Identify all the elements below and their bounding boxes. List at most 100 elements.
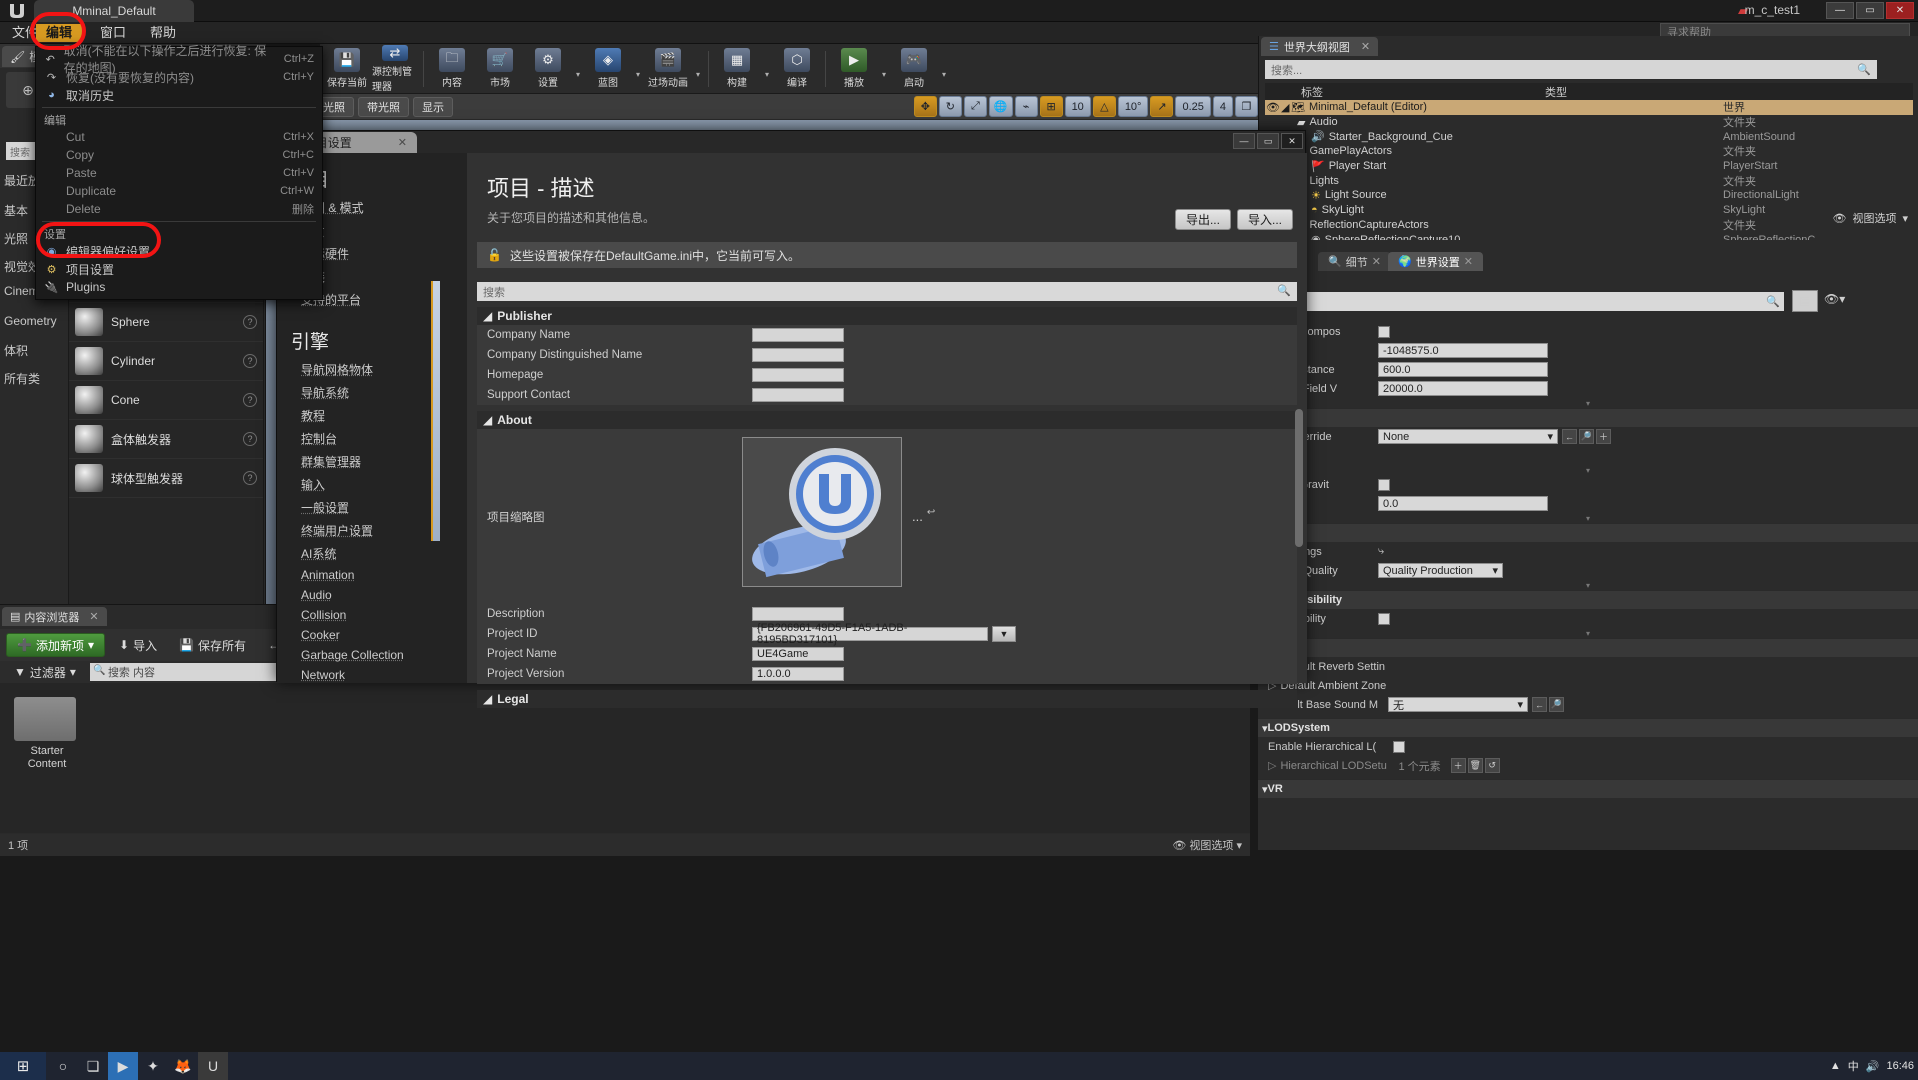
launch-dropdown-caret[interactable]: ▾ — [939, 45, 949, 93]
table-row[interactable]: ▰ReflectionCaptureActors 文件夹 — [1265, 218, 1913, 233]
detail-row[interactable]: ode Override None▾ ← 🔎 ＋ — [1258, 427, 1918, 446]
details-search-input[interactable]: 搜索 🔍 — [1264, 292, 1784, 311]
surface-snap-icon[interactable]: ⌁ — [1014, 96, 1038, 117]
detail-value-input[interactable]: 0.0 — [1378, 496, 1548, 511]
detail-value-input[interactable]: 600.0 — [1378, 362, 1548, 377]
nav-item-animation[interactable]: Animation — [277, 565, 467, 585]
media-icon[interactable]: ▶ — [108, 1052, 138, 1080]
detail-row[interactable]: istanceField V 20000.0 — [1258, 379, 1918, 398]
unreal-logo-icon[interactable] — [742, 437, 902, 587]
category-lights[interactable]: 光照 — [4, 230, 28, 247]
tab-details[interactable]: 🔍 细节 ✕ — [1318, 252, 1391, 271]
detail-row[interactable]: ▷ Default Reverb Settin — [1258, 657, 1918, 676]
clock-label[interactable]: 16:46 — [1886, 1060, 1914, 1072]
chevron-down-icon[interactable]: ▼ — [992, 626, 1016, 642]
vscode-icon[interactable]: ✦ — [138, 1052, 168, 1080]
menu-item-delete[interactable]: Delete 删除 — [36, 200, 322, 218]
tab-world-outliner[interactable]: ☰ 世界大纲视图 ✕ — [1261, 37, 1379, 56]
rotation-snap-toggle[interactable]: △ — [1092, 96, 1116, 117]
nav-item-cooker[interactable]: Cooker — [277, 625, 467, 645]
folder-tile-starter-content[interactable]: Starter Content — [14, 697, 80, 771]
table-row[interactable]: ◓ SkyLight SkyLight — [1265, 203, 1913, 218]
detail-row[interactable]: ravity Z 0.0 — [1258, 494, 1918, 513]
menu-item-paste[interactable]: Paste Ctrl+V — [36, 164, 322, 182]
minimize-button[interactable]: — — [1826, 2, 1854, 19]
settings-row[interactable]: Company Name — [477, 325, 1297, 345]
nav-item-collision[interactable]: Collision — [277, 605, 467, 625]
windows-start-icon[interactable]: ⊞ — [0, 1052, 46, 1080]
list-item[interactable]: Cylinder ? — [69, 342, 263, 381]
section-lodsystem[interactable]: ▾ LODSystem — [1258, 718, 1918, 737]
table-row[interactable]: ▰ Audio 文件夹 — [1265, 115, 1913, 130]
nav-item-network[interactable]: Network — [277, 665, 467, 683]
taskview-icon[interactable]: ❏ — [78, 1052, 108, 1080]
outliner-search-input[interactable]: 搜索... 🔍 — [1265, 60, 1877, 79]
add-element-icon[interactable]: ＋ — [1450, 758, 1466, 773]
network-icon[interactable]: ▲ — [1830, 1060, 1841, 1072]
category-volumes[interactable]: 体积 — [4, 342, 28, 359]
nav-item-garbage-collection[interactable]: Garbage Collection — [277, 645, 467, 665]
detail-row[interactable]: Default Base Sound M 无 ▾ ← 🔎 — [1258, 695, 1918, 714]
ps-maximize-button[interactable]: ▭ — [1257, 133, 1279, 149]
close-icon[interactable]: ✕ — [1372, 255, 1381, 268]
settings-row[interactable]: Project Version 1.0.0.0 — [477, 664, 1297, 684]
menu-item-editor-preferences[interactable]: ◉ 编辑器偏好设置 — [36, 242, 322, 260]
settings-row[interactable]: Project ID {FB206961-49D5-F1A5-1ADB-8195… — [477, 622, 1297, 646]
section-mode[interactable]: Mode — [1258, 408, 1918, 427]
viewport-show-button[interactable]: 显示 — [413, 96, 453, 117]
column-header-label[interactable]: 标签 — [1265, 84, 1545, 100]
section-lightmass[interactable]: ss — [1258, 523, 1918, 542]
detail-row[interactable]: World Gravit — [1258, 475, 1918, 494]
checkbox[interactable] — [1378, 612, 1390, 625]
category-geometry[interactable]: Geometry — [4, 314, 57, 328]
checkbox[interactable] — [1393, 740, 1405, 753]
close-button[interactable]: ✕ — [1886, 2, 1914, 19]
play-dropdown-caret[interactable]: ▾ — [879, 45, 889, 93]
settings-row[interactable]: Support Contact — [477, 385, 1297, 405]
details-settings-icon[interactable]: 👁▾ — [1824, 292, 1845, 306]
eye-icon[interactable]: 👁 — [1265, 101, 1281, 114]
homepage-input[interactable] — [752, 368, 844, 382]
blueprint-dropdown-caret[interactable]: ▾ — [633, 45, 643, 93]
detail-row[interactable]: -1048575.0 — [1258, 341, 1918, 360]
camera-speed-icon[interactable]: 4 — [1212, 96, 1233, 117]
list-item[interactable]: Sphere ? — [69, 303, 263, 342]
import-button[interactable]: 导入... — [1236, 209, 1293, 230]
toolbar-settings[interactable]: ⚙ 设置 — [525, 45, 571, 93]
detail-row[interactable]: World Compos — [1258, 322, 1918, 341]
toolbar-save-current[interactable]: 💾 保存当前 — [324, 45, 370, 93]
maximize-button[interactable]: ▭ — [1856, 2, 1884, 19]
scale-mode-icon[interactable]: ⤢ — [963, 96, 987, 117]
company-distinguished-name-input[interactable] — [752, 348, 844, 362]
project-version-input[interactable]: 1.0.0.0 — [752, 667, 844, 681]
support-contact-input[interactable] — [752, 388, 844, 402]
close-icon[interactable]: ✕ — [89, 610, 98, 623]
help-icon[interactable]: ? — [243, 315, 257, 329]
firefox-icon[interactable]: 🦊 — [168, 1052, 198, 1080]
save-all-button[interactable]: 💾 保存所有 — [171, 633, 254, 657]
toolbar-source-control[interactable]: ⇄ 源控制管理器 — [372, 44, 418, 93]
project-tab[interactable]: Mminal_Default — [34, 0, 194, 22]
table-row[interactable]: 👁 ◢ 🗺 Minimal_Default (Editor) 世界 — [1265, 100, 1913, 115]
detail-combo[interactable]: 无 ▾ — [1388, 697, 1528, 712]
detail-combo[interactable]: Quality Production ▾ — [1378, 563, 1503, 578]
settings-search-input[interactable]: 搜索 🔍 — [477, 282, 1297, 301]
close-icon[interactable]: ✕ — [1464, 255, 1473, 268]
settings-scrollbar[interactable] — [1295, 409, 1303, 547]
detail-value-input[interactable]: 20000.0 — [1378, 381, 1548, 396]
menu-item-undo[interactable]: ↶ 取消(不能在以下操作之后进行恢复: 保存的地图) Ctrl+Z — [36, 44, 322, 75]
thumbnail-reset-icon[interactable]: ↩ — [927, 507, 935, 518]
tab-world-settings[interactable]: 🌍 世界设置 ✕ — [1388, 252, 1483, 271]
list-item[interactable]: 球体型触发器 ? — [69, 459, 263, 498]
toolbar-launch[interactable]: 🎮 启动 — [891, 45, 937, 93]
help-icon[interactable]: ? — [243, 393, 257, 407]
checkbox[interactable] — [1378, 478, 1390, 491]
scale-snap-toggle[interactable]: ↗ — [1150, 96, 1174, 117]
menu-item-redo[interactable]: ↷ 恢复(没有要恢复的内容) Ctrl+Y — [36, 68, 322, 86]
translate-snap-toggle[interactable]: ⊞ — [1039, 96, 1063, 117]
detail-row[interactable]: ▷ Default Ambient Zone — [1258, 676, 1918, 695]
toolbar-cinematics[interactable]: 🎬 过场动画 — [645, 45, 691, 93]
detail-row[interactable]: Enable Hierarchical L( — [1258, 737, 1918, 756]
table-row[interactable]: 🚩 Player Start PlayerStart — [1265, 159, 1913, 174]
toolbar-play[interactable]: ▶ 播放 — [831, 45, 877, 93]
